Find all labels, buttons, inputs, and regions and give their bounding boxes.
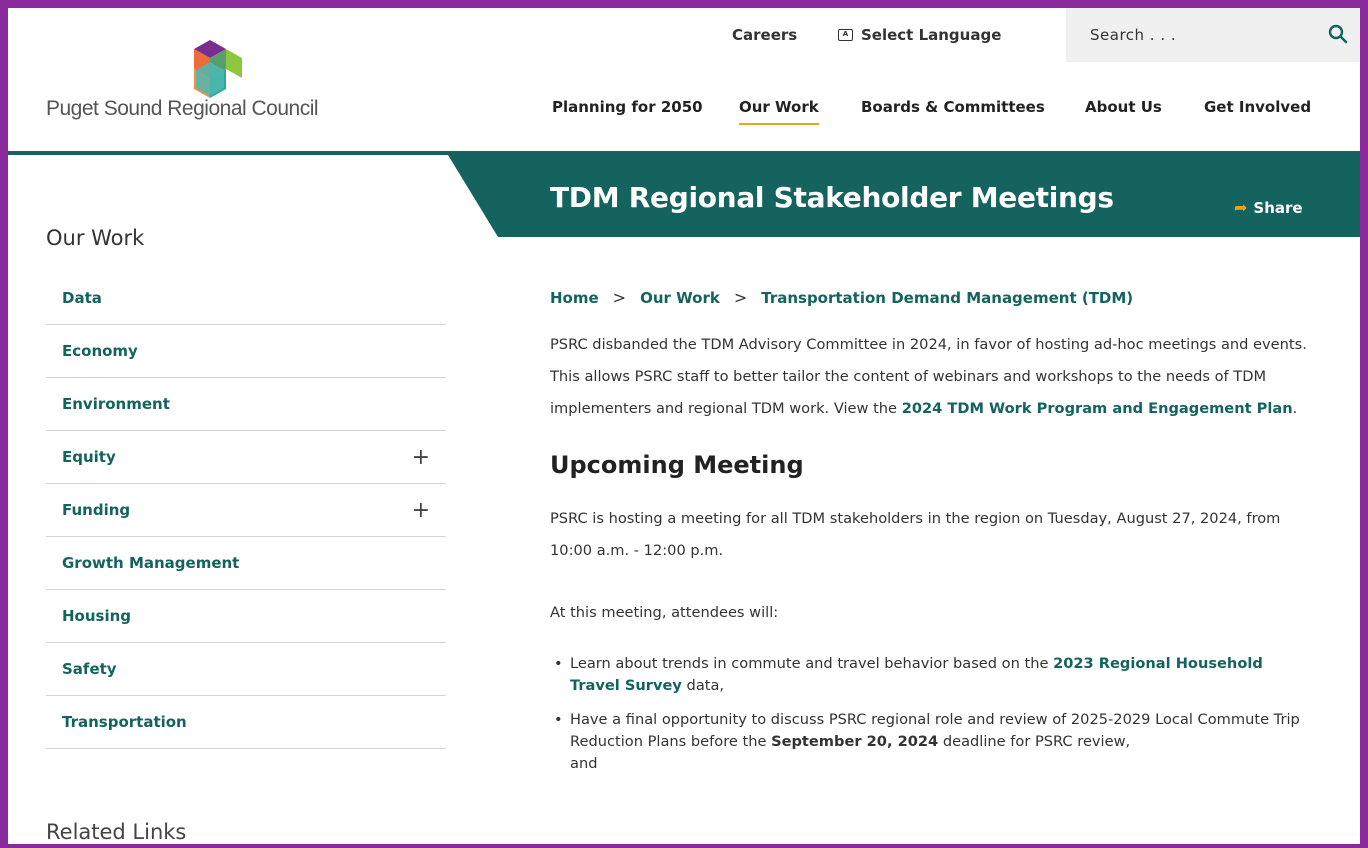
- sidebar-item-funding[interactable]: Funding +: [46, 484, 446, 537]
- sidebar-item-transportation[interactable]: Transportation: [46, 696, 446, 749]
- work-program-link[interactable]: 2024 TDM Work Program and Engagement Pla…: [902, 400, 1293, 417]
- sidebar-item-label: Housing: [62, 607, 132, 625]
- sidebar-item-label: Safety: [62, 660, 117, 678]
- intro-text-end: .: [1292, 400, 1298, 417]
- share-arrow-icon: ➦: [1234, 198, 1248, 217]
- share-label: Share: [1253, 198, 1303, 217]
- sidebar-item-environment[interactable]: Environment: [46, 378, 446, 431]
- page-banner: TDM Regional Stakeholder Meetings ➦ Shar…: [448, 155, 1360, 237]
- list-item: Have a final opportunity to discuss PSRC…: [550, 709, 1310, 775]
- nav-about-us[interactable]: About Us: [1085, 98, 1162, 116]
- sidebar-nav: Data Economy Environment Equity + Fundin…: [46, 272, 446, 749]
- expand-plus-icon[interactable]: +: [412, 498, 430, 523]
- meeting-details: PSRC is hosting a meeting for all TDM st…: [550, 510, 1281, 559]
- page-title: TDM Regional Stakeholder Meetings: [550, 181, 1114, 214]
- sidebar-item-label: Economy: [62, 342, 138, 360]
- intro-paragraph: PSRC disbanded the TDM Advisory Committe…: [550, 329, 1310, 425]
- search-input[interactable]: [1090, 26, 1310, 44]
- sidebar-title: Our Work: [46, 226, 145, 250]
- breadcrumb-home[interactable]: Home: [550, 289, 599, 307]
- expand-plus-icon[interactable]: +: [412, 445, 430, 470]
- upcoming-meeting-heading: Upcoming Meeting: [550, 451, 804, 479]
- logo-text: Puget Sound Regional Council: [46, 97, 319, 120]
- sidebar-item-label: Funding: [62, 501, 131, 519]
- share-button[interactable]: ➦ Share: [1234, 198, 1303, 217]
- breadcrumb-separator: >: [612, 288, 627, 307]
- sidebar-item-label: Data: [62, 289, 102, 307]
- deadline-date: September 20, 2024: [771, 733, 939, 750]
- sidebar-item-safety[interactable]: Safety: [46, 643, 446, 696]
- search-icon[interactable]: [1328, 24, 1348, 44]
- sidebar-item-growth-management[interactable]: Growth Management: [46, 537, 446, 590]
- nav-get-involved[interactable]: Get Involved: [1204, 98, 1311, 116]
- breadcrumb: Home > Our Work > Transportation Demand …: [550, 288, 1310, 307]
- psrc-logo-icon: [194, 40, 242, 98]
- breadcrumb-our-work[interactable]: Our Work: [640, 289, 720, 307]
- attendee-list: Learn about trends in commute and travel…: [550, 653, 1310, 775]
- nav-our-work[interactable]: Our Work: [739, 98, 819, 125]
- translate-icon: A: [838, 29, 853, 41]
- bullet-text-end: data,: [681, 677, 725, 694]
- select-language-label: Select Language: [861, 26, 1002, 44]
- sidebar-item-label: Growth Management: [62, 554, 240, 572]
- sidebar-item-housing[interactable]: Housing: [46, 590, 446, 643]
- list-item: Learn about trends in commute and travel…: [550, 653, 1310, 697]
- sidebar-item-label: Equity: [62, 448, 116, 466]
- nav-boards-committees[interactable]: Boards & Committees: [861, 98, 1045, 116]
- sidebar-item-equity[interactable]: Equity +: [46, 431, 446, 484]
- related-links-heading: Related Links: [46, 820, 187, 844]
- select-language-link[interactable]: A Select Language: [838, 26, 1001, 44]
- sidebar-item-label: Transportation: [62, 713, 187, 731]
- sidebar-item-label: Environment: [62, 395, 170, 413]
- bullet-text-cutoff: and: [570, 755, 598, 772]
- search-box: [1066, 8, 1360, 62]
- bullet-text: Learn about trends in commute and travel…: [570, 655, 1054, 672]
- site-logo[interactable]: Puget Sound Regional Council: [46, 40, 319, 130]
- main-content: Home > Our Work > Transportation Demand …: [550, 288, 1310, 775]
- breadcrumb-separator: >: [733, 288, 748, 307]
- breadcrumb-tdm[interactable]: Transportation Demand Management (TDM): [761, 289, 1133, 307]
- careers-link[interactable]: Careers: [732, 26, 797, 44]
- sidebar-item-economy[interactable]: Economy: [46, 325, 446, 378]
- browser-frame: Puget Sound Regional Council Careers A S…: [0, 0, 1368, 848]
- bullet-text-end: deadline for PSRC review,: [938, 733, 1131, 750]
- attendees-intro: At this meeting, attendees will:: [550, 604, 779, 621]
- nav-planning-2050[interactable]: Planning for 2050: [552, 98, 703, 116]
- sidebar-item-data[interactable]: Data: [46, 272, 446, 325]
